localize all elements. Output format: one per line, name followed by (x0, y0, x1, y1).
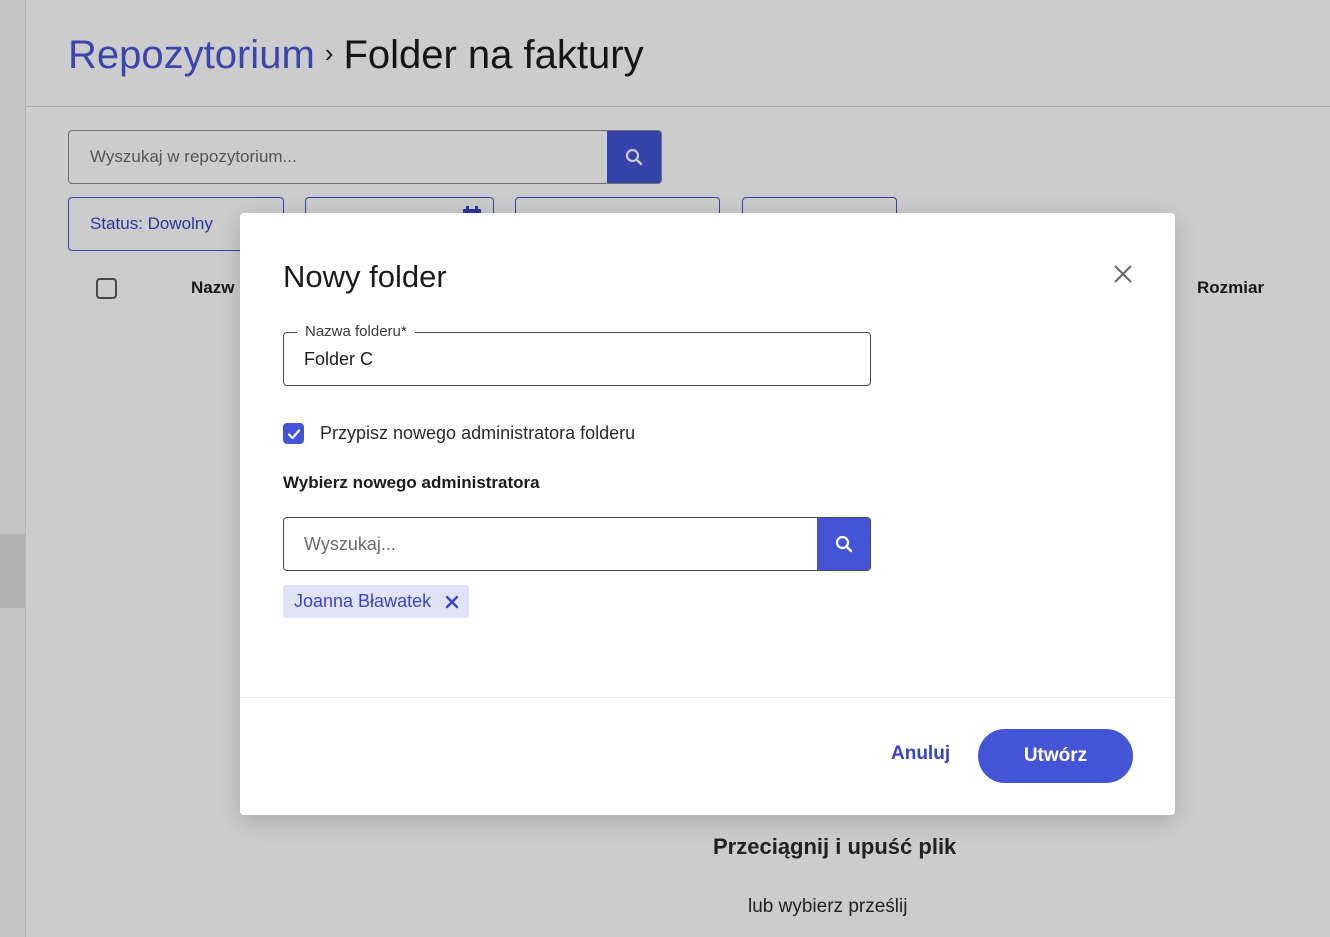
dialog-footer-divider (240, 697, 1175, 698)
selected-admin-name: Joanna Bławatek (294, 591, 432, 611)
create-button[interactable]: Utwórz (978, 729, 1133, 783)
selected-admin-chip: Joanna Bławatek (283, 585, 470, 618)
checkmark-icon (287, 428, 300, 439)
folder-name-label: Nazwa folderu* (297, 323, 415, 340)
folder-name-field[interactable]: Nazwa folderu* Folder C (283, 323, 871, 386)
remove-icon (445, 595, 459, 608)
remove-admin-button[interactable] (445, 595, 459, 609)
assign-admin-option[interactable]: Przypisz nowego administratora folderu (283, 423, 635, 444)
new-folder-dialog: Nowy folder Nazwa folderu* Folder C Przy… (240, 213, 1175, 815)
folder-name-input[interactable]: Folder C (304, 349, 373, 370)
cancel-button[interactable]: Anuluj (891, 743, 950, 765)
assign-admin-checkbox[interactable] (283, 423, 304, 444)
close-dialog-button[interactable] (1112, 263, 1134, 285)
close-icon (1114, 265, 1132, 283)
page: Repozytorium › Folder na faktury Wyszuka… (0, 0, 1330, 937)
search-icon (835, 535, 852, 553)
admin-search: Wyszukaj... (283, 517, 871, 571)
admin-search-button[interactable] (817, 518, 870, 570)
select-admin-heading: Wybierz nowego administratora (283, 473, 540, 492)
admin-search-input[interactable]: Wyszukaj... (284, 518, 817, 570)
dialog-title: Nowy folder (283, 259, 447, 294)
assign-admin-label[interactable]: Przypisz nowego administratora folderu (320, 423, 635, 444)
